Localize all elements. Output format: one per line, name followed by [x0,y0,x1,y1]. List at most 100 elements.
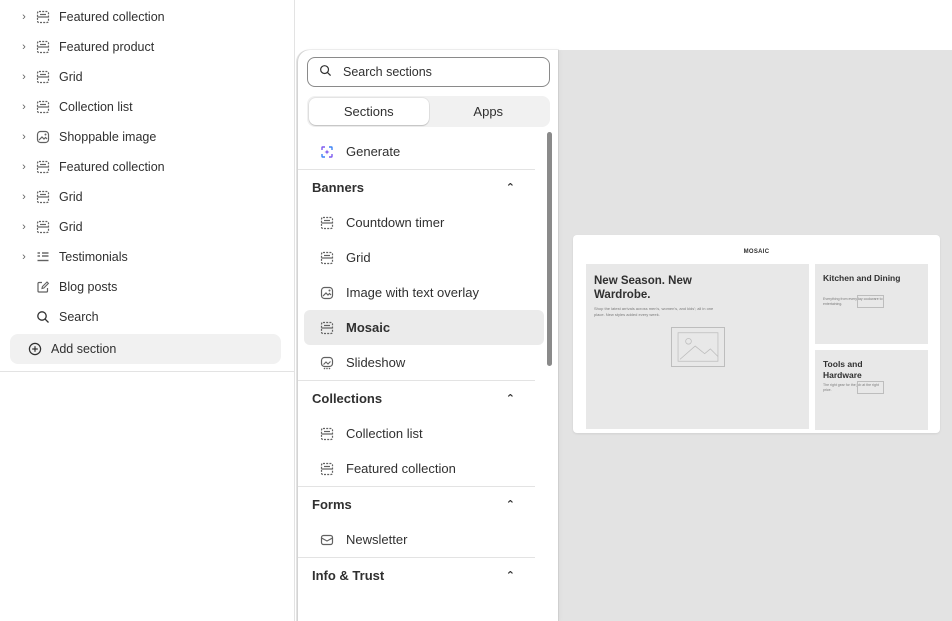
group-collections[interactable]: Collections ⌃ [298,380,535,416]
section-option-image-with-text-overlay[interactable]: Image with text overlay [304,275,544,310]
section-icon [319,215,335,231]
section-icon [34,158,52,176]
tree-item-label: Blog posts [59,280,118,294]
search-input[interactable] [341,64,531,80]
slideshow-icon [319,355,335,371]
email-icon [319,532,335,548]
sparkle-generate-icon [319,144,335,160]
tree-item-grid-3[interactable]: › Grid [0,212,295,242]
chevron-right-icon[interactable]: › [18,71,30,83]
sidebar-divider [0,371,295,372]
tree-item-search[interactable]: › Search [0,302,295,332]
section-option-label: Collection list [346,426,423,441]
tree-item-blog-posts[interactable]: › Blog posts [0,272,295,302]
generate-button[interactable]: Generate [304,134,544,169]
group-forms[interactable]: Forms ⌃ [298,486,535,522]
section-icon [319,461,335,477]
tree-item-label: Grid [59,70,83,84]
chevron-up-icon[interactable]: ⌃ [506,498,515,511]
group-info-trust[interactable]: Info & Trust ⌃ [298,557,535,593]
section-option-label: Grid [346,250,371,265]
add-section-button[interactable]: › Add section [10,334,281,364]
image-icon [34,128,52,146]
tab-sections[interactable]: Sections [309,98,429,125]
preview-title: MOSAIC [743,249,770,255]
mosaic-preview: MOSAIC New Season. New Wardrobe. Shop th… [573,235,940,433]
section-icon [34,38,52,56]
tree-item-collection-list[interactable]: › Collection list [0,92,295,122]
tab-apps[interactable]: Apps [429,98,549,125]
group-title: Collections [312,391,383,406]
add-section-label: Add section [51,342,117,356]
preview-tile-heading: Tools and Hardware [823,359,863,380]
tree-item-grid-2[interactable]: › Grid [0,182,295,212]
chevron-right-icon[interactable]: › [18,221,30,233]
tree-item-shoppable-image[interactable]: › Shoppable image [0,122,295,152]
image-placeholder-icon [857,295,884,308]
chevron-up-icon[interactable]: ⌃ [506,392,515,405]
tree-item-testimonials[interactable]: › Testimonials [0,242,295,272]
section-option-slideshow[interactable]: Slideshow [304,345,544,380]
section-option-label: Featured collection [346,461,456,476]
tree-item-featured-product[interactable]: › Featured product [0,32,295,62]
section-picker: Sections Apps Generate Banners ⌃ Countdo… [298,50,558,621]
tree-item-label: Featured product [59,40,155,54]
section-list: Generate Banners ⌃ Countdown timer Grid … [298,134,550,593]
tree-item-label: Featured collection [59,10,165,24]
group-banners[interactable]: Banners ⌃ [298,169,535,205]
group-title: Banners [312,180,365,195]
testimonials-icon [34,248,52,266]
chevron-up-icon[interactable]: ⌃ [506,569,515,582]
chevron-right-icon[interactable]: › [18,11,30,23]
section-icon [34,68,52,86]
section-option-featured-collection[interactable]: Featured collection [304,451,544,486]
tree-item-grid[interactable]: › Grid [0,62,295,92]
tree-item-featured-collection[interactable]: › Featured collection [0,2,295,32]
chevron-right-icon[interactable]: › [18,251,30,263]
section-tree: › Featured collection › Featured product… [0,2,295,364]
section-option-label: Newsletter [346,532,408,547]
tree-item-featured-collection-2[interactable]: › Featured collection [0,152,295,182]
chevron-right-icon[interactable]: › [18,101,30,113]
group-title: Forms [312,497,352,512]
preview-main-text: Shop the latest arrivals across men's, w… [594,306,714,317]
section-icon [34,188,52,206]
tree-item-label: Collection list [59,100,133,114]
tree-item-label: Testimonials [59,250,128,264]
search-icon [34,308,52,326]
section-option-countdown-timer[interactable]: Countdown timer [304,205,544,240]
sidebar: › Featured collection › Featured product… [0,0,295,621]
image-placeholder-icon [671,327,725,367]
tree-item-label: Search [59,310,99,324]
image-icon [319,285,335,301]
section-option-collection-list[interactable]: Collection list [304,416,544,451]
search-field[interactable] [307,57,550,87]
plus-circle-icon [26,340,44,358]
scrollbar-thumb[interactable] [547,132,552,366]
chevron-right-icon[interactable]: › [18,191,30,203]
tree-item-label: Shoppable image [59,130,157,144]
chevron-right-icon[interactable]: › [18,131,30,143]
section-option-label: Mosaic [346,320,391,335]
section-icon [319,426,335,442]
image-placeholder-icon [857,381,884,394]
section-option-label: Image with text overlay [346,285,479,300]
section-option-label: Slideshow [346,355,406,370]
preview-main-tile: New Season. New Wardrobe. Shop the lates… [586,264,809,429]
section-option-mosaic[interactable]: Mosaic [304,310,544,345]
tree-item-label: Grid [59,220,83,234]
generate-label: Generate [346,144,401,159]
chevron-right-icon[interactable]: › [18,161,30,173]
preview-tile-heading: Kitchen and Dining [823,273,901,283]
edit-icon [34,278,52,296]
tab-switcher: Sections Apps [307,96,550,127]
preview-tile-kitchen: Kitchen and Dining Everything from every… [815,264,928,344]
section-icon [34,98,52,116]
preview-main-heading: New Season. New Wardrobe. [594,275,692,301]
chevron-right-icon[interactable]: › [18,41,30,53]
tree-item-label: Featured collection [59,160,165,174]
chevron-up-icon[interactable]: ⌃ [506,181,515,194]
section-option-grid[interactable]: Grid [304,240,544,275]
section-icon [34,218,52,236]
section-option-newsletter[interactable]: Newsletter [304,522,544,557]
